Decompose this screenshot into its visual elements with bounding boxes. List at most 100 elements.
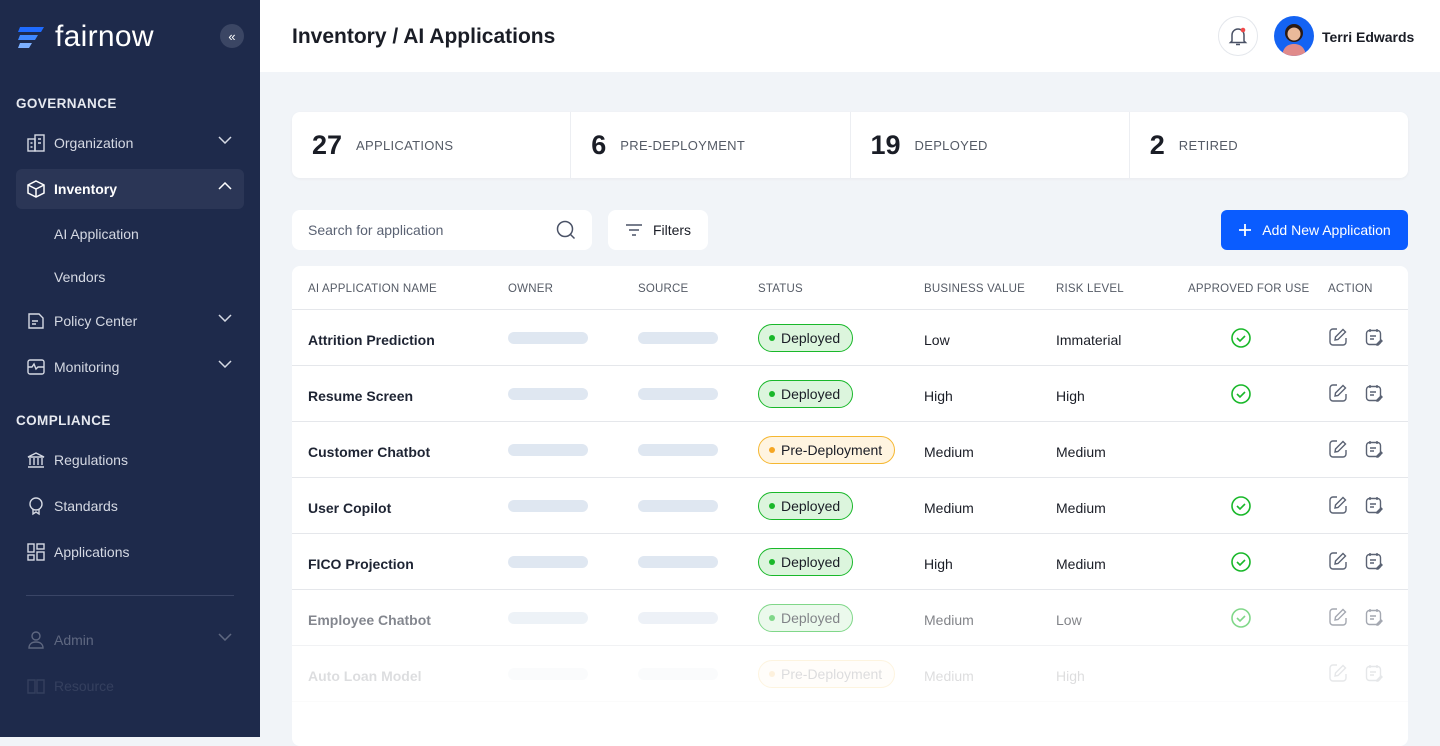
sidebar-item-label: Regulations	[54, 452, 128, 468]
check-circle-icon	[1231, 496, 1251, 516]
status-label: Deployed	[781, 498, 841, 514]
column-header: SOURCE	[638, 283, 689, 295]
table-row[interactable]: Customer Chatbot Pre-Deployment Medium Medi…	[292, 422, 1408, 478]
sidebar-item-admin[interactable]: Admin	[16, 620, 244, 660]
table-row[interactable]: Attrition Prediction Deployed Low Immateria…	[292, 310, 1408, 366]
risk-level: High	[1056, 388, 1085, 404]
table-row[interactable]: Auto Loan Model Pre-Deployment Medium High	[292, 646, 1408, 702]
stat-value: 2	[1149, 129, 1165, 160]
owner-placeholder	[508, 388, 588, 400]
sidebar-subitem-vendors[interactable]: Vendors	[54, 269, 105, 285]
notes-icon[interactable]	[1364, 607, 1384, 632]
logo[interactable]: fairnow	[17, 20, 154, 54]
collapse-sidebar-button[interactable]: «	[220, 24, 244, 48]
owner-placeholder	[508, 668, 588, 680]
sidebar-item-organization[interactable]: Organization	[16, 123, 244, 163]
sidebar-item-resource[interactable]: Resource	[16, 666, 244, 706]
sidebar-item-inventory[interactable]: Inventory	[16, 169, 244, 209]
sidebar-item-regulations[interactable]: Regulations	[16, 440, 244, 480]
edit-icon[interactable]	[1328, 551, 1348, 576]
top-header: Inventory / AI Applications Terri Edward…	[260, 0, 1440, 72]
table-row[interactable]: FICO Projection Deployed High Medium	[292, 534, 1408, 590]
grid-icon	[26, 542, 46, 562]
stat-applications: 27 APPLICATIONS	[292, 112, 572, 178]
add-new-application-button[interactable]: Add New Application	[1221, 210, 1408, 250]
edit-icon[interactable]	[1328, 383, 1348, 408]
chevron-down-icon	[218, 360, 232, 368]
app-name[interactable]: Employee Chatbot	[308, 612, 431, 628]
edit-icon[interactable]	[1328, 663, 1348, 688]
business-value: Medium	[924, 500, 974, 516]
column-header: AI APPLICATION NAME	[308, 283, 437, 295]
app-name[interactable]: FICO Projection	[308, 556, 414, 572]
risk-level: Low	[1056, 612, 1082, 628]
edit-icon[interactable]	[1328, 439, 1348, 464]
owner-placeholder	[508, 612, 588, 624]
source-placeholder	[638, 388, 718, 400]
source-placeholder	[638, 612, 718, 624]
add-button-label: Add New Application	[1262, 222, 1391, 238]
search-icon[interactable]	[556, 220, 576, 240]
sidebar-item-label: Resource	[54, 678, 114, 694]
double-chevron-left-icon: «	[228, 28, 236, 44]
table-row[interactable]: Resume Screen Deployed High High	[292, 366, 1408, 422]
app-name[interactable]: Resume Screen	[308, 388, 413, 404]
stat-value: 19	[870, 129, 901, 160]
check-circle-icon	[1231, 384, 1251, 404]
status-badge: Deployed	[758, 548, 854, 576]
app-name[interactable]: Attrition Prediction	[308, 332, 435, 348]
search-input[interactable]	[292, 210, 592, 250]
column-header: OWNER	[508, 283, 554, 295]
status-badge: Deployed	[758, 380, 854, 408]
column-header: BUSINESS VALUE	[924, 283, 1026, 295]
avatar[interactable]	[1274, 16, 1314, 56]
page-title: Inventory / AI Applications	[292, 25, 556, 48]
notes-icon[interactable]	[1364, 327, 1384, 352]
risk-level: Medium	[1056, 500, 1106, 516]
notes-icon[interactable]	[1364, 383, 1384, 408]
source-placeholder	[638, 332, 718, 344]
notes-icon[interactable]	[1364, 439, 1384, 464]
sidebar-item-monitoring[interactable]: Monitoring	[16, 347, 244, 387]
source-placeholder	[638, 668, 718, 680]
sidebar-subitem-ai-application[interactable]: AI Application	[54, 226, 139, 242]
app-name[interactable]: User Copilot	[308, 500, 391, 516]
bell-icon	[1228, 27, 1248, 46]
status-badge: Deployed	[758, 492, 854, 520]
sidebar-item-applications[interactable]: Applications	[16, 532, 244, 572]
notes-icon[interactable]	[1364, 551, 1384, 576]
edit-icon[interactable]	[1328, 495, 1348, 520]
app-name[interactable]: Auto Loan Model	[308, 668, 422, 684]
sidebar-item-label: Monitoring	[54, 359, 120, 375]
stat-label: RETIRED	[1178, 137, 1238, 153]
source-placeholder	[638, 444, 718, 456]
box-icon	[26, 179, 46, 199]
business-value: Medium	[924, 444, 974, 460]
check-circle-icon	[1231, 552, 1251, 572]
edit-icon[interactable]	[1328, 607, 1348, 632]
fairnow-logo-icon	[18, 27, 44, 48]
chevron-down-icon	[218, 314, 232, 322]
app-name[interactable]: Customer Chatbot	[308, 444, 430, 460]
award-icon	[26, 496, 46, 516]
notes-icon[interactable]	[1364, 663, 1384, 688]
sidebar-item-label: Inventory	[54, 181, 118, 197]
stat-label: APPLICATIONS	[356, 137, 454, 153]
table-row[interactable]: User Copilot Deployed Medium Medium	[292, 478, 1408, 534]
notes-icon[interactable]	[1364, 495, 1384, 520]
filters-button[interactable]: Filters	[608, 210, 708, 250]
monitor-pulse-icon	[26, 357, 46, 377]
edit-icon[interactable]	[1328, 327, 1348, 352]
status-badge: Pre-Deployment	[758, 436, 896, 464]
table-row[interactable]: Employee Chatbot Deployed Medium Low	[292, 590, 1408, 646]
risk-level: Medium	[1056, 556, 1106, 572]
check-circle-icon	[1231, 328, 1251, 348]
column-header: STATUS	[758, 283, 803, 295]
risk-level: High	[1056, 668, 1085, 684]
status-badge: Deployed	[758, 604, 854, 632]
sidebar-item-standards[interactable]: Standards	[16, 486, 244, 526]
sidebar-item-policy-center[interactable]: Policy Center	[16, 301, 244, 341]
status-dot	[769, 615, 775, 621]
notifications-button[interactable]	[1218, 16, 1258, 56]
user-name[interactable]: Terri Edwards	[1322, 29, 1414, 45]
